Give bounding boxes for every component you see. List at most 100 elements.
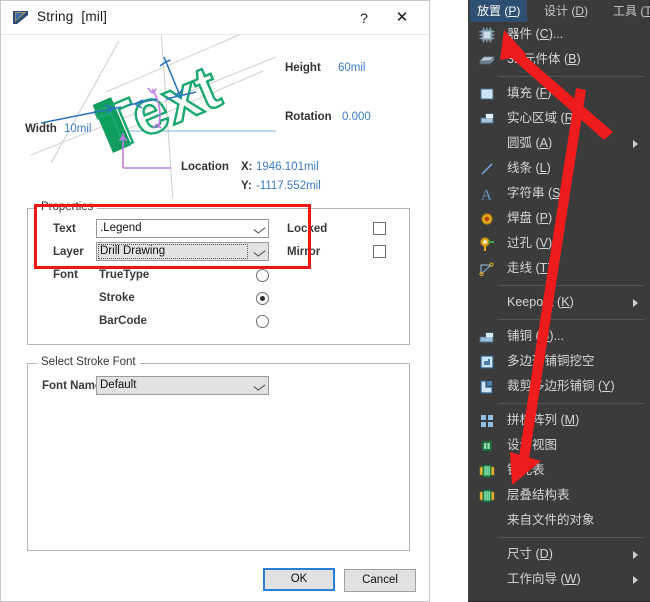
- layer-field-label: Layer: [53, 246, 84, 258]
- menu-item-polygon-slice-label: 裁剪多边形铺铜: [507, 379, 595, 393]
- menu-item-3d-body[interactable]: 3D元件体 (B): [469, 47, 650, 72]
- menubar-item-design-accel: D: [575, 4, 585, 18]
- solid-region-icon: [480, 113, 494, 124]
- chevron-down-icon[interactable]: [249, 376, 268, 395]
- text-field-label: Text: [53, 223, 76, 235]
- 3d-body-icon: [479, 56, 495, 65]
- menu-separator: [499, 403, 644, 404]
- locked-checkbox[interactable]: [373, 222, 386, 235]
- menu-item-work-guide[interactable]: 工作向导 (W): [469, 567, 650, 592]
- submenu-arrow-icon: [633, 140, 638, 148]
- menu-item-component-suffix: ...: [552, 27, 564, 41]
- preview-location-x-label: X:: [241, 161, 253, 173]
- stroke-font-group-title: Select Stroke Font: [37, 356, 140, 368]
- submenu-arrow-icon: [633, 299, 638, 307]
- menu-item-3d-body-label: 3D元件体: [507, 52, 561, 66]
- help-button[interactable]: ?: [351, 7, 377, 29]
- preview-height-label: Height: [285, 62, 321, 74]
- ok-button[interactable]: OK: [263, 568, 335, 591]
- menu-item-work-guide-label: 工作向导: [507, 572, 558, 586]
- menu-item-dimension[interactable]: 尺寸 (D): [469, 542, 650, 567]
- menubar-item-tools-label: 工具: [613, 4, 638, 18]
- fill-icon: [480, 88, 494, 100]
- preview-width-value: 10mil: [64, 123, 92, 135]
- menu-item-track-label: 走线: [507, 261, 533, 275]
- polygon-slice-icon: [480, 380, 493, 394]
- font-name-label: Font Name: [42, 380, 102, 392]
- chevron-down-icon[interactable]: [249, 242, 268, 261]
- menu-item-string[interactable]: A 字符串 (S): [469, 181, 650, 206]
- font-name-combobox-value: Default: [100, 379, 137, 391]
- menu-item-solid-region-label: 实心区域: [507, 111, 558, 125]
- menubar-item-place[interactable]: 放置 (P): [470, 0, 528, 22]
- menu-item-arc-accel: A: [539, 136, 548, 150]
- menu-item-keepout[interactable]: Keepout (K): [469, 290, 650, 315]
- menu-item-polygon-slice[interactable]: 裁剪多边形铺铜 (Y): [469, 374, 650, 399]
- font-name-combobox[interactable]: Default: [96, 376, 269, 395]
- track-icon: [479, 262, 494, 277]
- menu-item-polygon-cutout[interactable]: 多边形铺铜挖空: [469, 349, 650, 374]
- cancel-button[interactable]: Cancel: [344, 569, 416, 592]
- menu-item-object-from-file-label: 来自文件的对象: [507, 513, 595, 527]
- text-combobox[interactable]: .Legend: [96, 219, 269, 238]
- font-option-truetype-radio[interactable]: [256, 269, 269, 282]
- menu-item-via-accel: V: [539, 236, 548, 250]
- place-menu-panel: 放置 (P) 设计 (D) 工具 (T) 器件 (C)...: [468, 0, 650, 602]
- menubar-item-place-label: 放置: [477, 4, 502, 18]
- menu-item-track[interactable]: 走线 (T): [469, 256, 650, 281]
- menu-item-line-accel: L: [539, 161, 547, 175]
- mirror-checkbox[interactable]: [373, 245, 386, 258]
- menu-item-drill-table[interactable]: 钻孔表: [469, 458, 650, 483]
- menu-separator: [499, 319, 644, 320]
- preview-location-y-label: Y:: [241, 180, 252, 192]
- layer-combobox[interactable]: Drill Drawing: [96, 242, 269, 261]
- menu-item-fill-accel: F: [539, 86, 548, 100]
- chip-icon: [479, 27, 495, 43]
- menu-item-object-from-file[interactable]: 来自文件的对象: [469, 508, 650, 533]
- close-button[interactable]: ✕: [389, 7, 415, 29]
- menu-item-panel-array-accel: M: [564, 413, 576, 427]
- menu-item-keepout-accel: K: [561, 295, 570, 309]
- menu-item-layerstack-table-label: 层叠结构表: [507, 488, 570, 502]
- menu-item-solid-region[interactable]: 实心区域 (R): [469, 106, 650, 131]
- screenshot-root: String [mil] ? ✕ Text Text Width 10mil H…: [0, 0, 650, 602]
- menu-item-dimension-accel: D: [539, 547, 549, 561]
- design-view-icon: [480, 439, 494, 453]
- polygon-cutout-icon: [480, 355, 494, 369]
- panel-array-icon: [481, 415, 493, 427]
- preview-rotation-value: 0.000: [342, 111, 371, 123]
- font-option-stroke-radio[interactable]: [256, 292, 269, 305]
- menubar-item-design-label: 设计: [544, 4, 569, 18]
- menu-item-panel-array[interactable]: 拼板阵列 (M): [469, 408, 650, 433]
- preview-width-label: Width: [25, 123, 57, 135]
- menu-item-fill[interactable]: 填充 (F): [469, 81, 650, 106]
- menu-item-via[interactable]: 过孔 (V): [469, 231, 650, 256]
- preview-height-value: 60mil: [338, 62, 366, 74]
- svg-text:A: A: [481, 188, 492, 203]
- string-preview-graphic: Text Text Width 10mil Height 60mil Rotat…: [1, 35, 429, 198]
- font-option-barcode-label: BarCode: [99, 315, 147, 327]
- menu-item-component[interactable]: 器件 (C)...: [469, 22, 650, 47]
- menu-item-pad[interactable]: 焊盘 (P): [469, 206, 650, 231]
- font-option-barcode-radio[interactable]: [256, 315, 269, 328]
- menu-item-pad-label: 焊盘: [507, 211, 533, 225]
- font-option-truetype-label: TrueType: [99, 269, 150, 281]
- mirror-checkbox-label: Mirror: [287, 246, 321, 258]
- layer-combobox-value: Drill Drawing: [100, 245, 166, 257]
- menubar-item-tools[interactable]: 工具 (T): [606, 0, 650, 22]
- chevron-down-icon[interactable]: [249, 219, 268, 238]
- preview-location-y-value: -1117.552mil: [256, 180, 321, 192]
- menu-item-polygon-pour-accel: G: [539, 329, 550, 343]
- string-properties-dialog: String [mil] ? ✕ Text Text Width 10mil H…: [0, 0, 430, 602]
- menu-item-string-label: 字符串: [507, 186, 545, 200]
- menubar-item-design[interactable]: 设计 (D): [537, 0, 595, 22]
- menu-item-solid-region-accel: R: [564, 111, 574, 125]
- menu-item-arc[interactable]: 圆弧 (A): [469, 131, 650, 156]
- menu-item-polygon-pour[interactable]: 铺铜 (G)...: [469, 324, 650, 349]
- menu-separator: [499, 285, 644, 286]
- menu-item-design-view[interactable]: 设计视图: [469, 433, 650, 458]
- menu-item-line[interactable]: 线条 (L): [469, 156, 650, 181]
- line-icon: [481, 163, 493, 175]
- font-field-label: Font: [53, 269, 78, 281]
- menu-item-layerstack-table[interactable]: 层叠结构表: [469, 483, 650, 508]
